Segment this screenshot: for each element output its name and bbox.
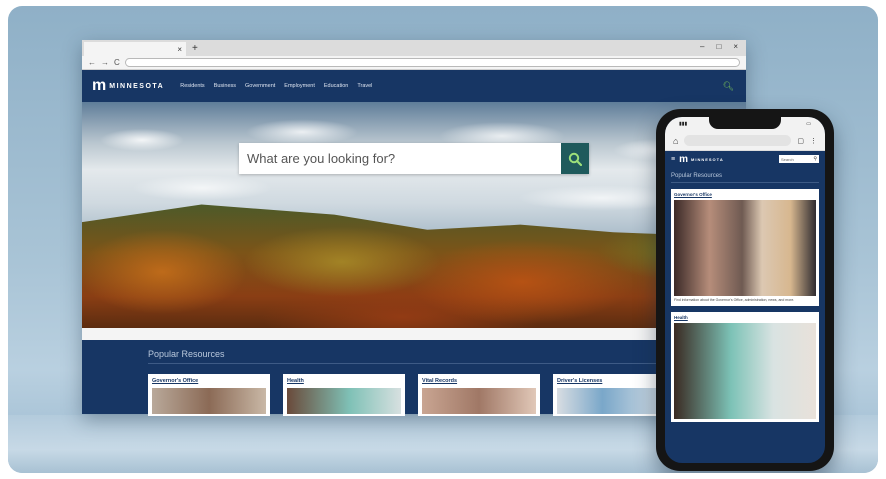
site-header: m MINNESOTA Residents Business Governmen… bbox=[82, 70, 746, 102]
card-image bbox=[674, 200, 816, 296]
popular-resources-section: Popular Resources Governor's Office Heal… bbox=[82, 340, 746, 416]
battery-icon: ▭ bbox=[806, 121, 811, 127]
background-frame: × + – □ × ← → C m MINNESOTA Residents Bu… bbox=[8, 6, 878, 473]
desktop-browser-window: × + – □ × ← → C m MINNESOTA Residents Bu… bbox=[82, 40, 746, 416]
maximize-button[interactable]: □ bbox=[716, 42, 721, 51]
more-menu-icon[interactable]: ⋮ bbox=[810, 137, 817, 145]
divider bbox=[671, 182, 819, 183]
card-title[interactable]: Governor's Office bbox=[152, 378, 266, 384]
nav-item-business[interactable]: Business bbox=[214, 83, 236, 89]
nav-item-employment[interactable]: Employment bbox=[284, 83, 315, 89]
card-title[interactable]: Driver's Licenses bbox=[557, 378, 671, 384]
tabs-icon[interactable]: ▢ bbox=[797, 137, 804, 145]
close-window-button[interactable]: × bbox=[733, 42, 738, 51]
forward-icon[interactable]: → bbox=[101, 58, 109, 67]
card-image bbox=[422, 388, 536, 414]
browser-tab[interactable]: × bbox=[84, 42, 186, 56]
card-title[interactable]: Vital Records bbox=[422, 378, 536, 384]
browser-address-row: ← → C bbox=[82, 56, 746, 70]
card-description: Find information about the Governor's Of… bbox=[674, 298, 795, 302]
phone-popular-heading: Popular Resources bbox=[671, 173, 723, 179]
hero-search-input[interactable] bbox=[239, 143, 561, 174]
reload-icon[interactable]: C bbox=[114, 58, 120, 67]
nav-item-government[interactable]: Government bbox=[245, 83, 275, 89]
card-title[interactable]: Health bbox=[674, 315, 816, 320]
minnesota-logo-mark[interactable]: m bbox=[92, 77, 106, 95]
popular-resources-heading: Popular Resources bbox=[148, 349, 225, 359]
phone-notch bbox=[709, 117, 781, 129]
card-image bbox=[287, 388, 401, 414]
search-icon[interactable]: 🔍︎ bbox=[723, 81, 734, 92]
card-title[interactable]: Governor's Office bbox=[674, 192, 816, 197]
new-tab-button[interactable]: + bbox=[192, 43, 198, 54]
phone-search-input[interactable]: Search ⚲ bbox=[779, 155, 819, 163]
hero-banner bbox=[82, 102, 746, 328]
card-vital-records[interactable]: Vital Records bbox=[418, 374, 540, 416]
nav-item-education[interactable]: Education bbox=[324, 83, 348, 89]
tab-close-icon[interactable]: × bbox=[177, 45, 182, 54]
search-icon bbox=[568, 152, 582, 166]
minnesota-logo-mark[interactable]: m bbox=[679, 154, 688, 165]
divider bbox=[148, 363, 708, 364]
browser-tab-strip: × + – □ × bbox=[82, 40, 746, 56]
hero-search-button[interactable] bbox=[561, 143, 589, 174]
nav-item-residents[interactable]: Residents bbox=[180, 83, 204, 89]
search-icon[interactable]: ⚲ bbox=[813, 156, 819, 162]
phone-browser-bar: ⌂ ▢ ⋮ bbox=[665, 131, 825, 151]
hero-search-box bbox=[239, 143, 589, 174]
back-icon[interactable]: ← bbox=[88, 58, 96, 67]
mobile-phone: ▮▮▮ ▭ ⌂ ▢ ⋮ ≡ m MINNESOTA Search ⚲ Popul… bbox=[656, 109, 834, 471]
signal-icon: ▮▮▮ bbox=[679, 121, 688, 127]
card-image bbox=[557, 388, 671, 414]
menu-icon[interactable]: ≡ bbox=[671, 156, 675, 163]
card-governors-office[interactable]: Governor's Office bbox=[148, 374, 270, 416]
minimize-button[interactable]: – bbox=[700, 42, 704, 51]
minnesota-logo-text[interactable]: MINNESOTA bbox=[109, 83, 164, 90]
phone-site-header: ≡ m MINNESOTA Search ⚲ bbox=[665, 151, 825, 167]
phone-search-placeholder: Search bbox=[781, 156, 794, 162]
nav-item-travel[interactable]: Travel bbox=[357, 83, 372, 89]
address-bar[interactable] bbox=[124, 58, 740, 67]
card-title[interactable]: Health bbox=[287, 378, 401, 384]
card-image bbox=[152, 388, 266, 414]
window-controls: – □ × bbox=[700, 42, 738, 51]
phone-card-health[interactable]: Health bbox=[671, 311, 819, 422]
card-health[interactable]: Health bbox=[283, 374, 405, 416]
hero-forest bbox=[82, 204, 746, 328]
minnesota-logo-text[interactable]: MINNESOTA bbox=[691, 157, 724, 162]
phone-screen: ▮▮▮ ▭ ⌂ ▢ ⋮ ≡ m MINNESOTA Search ⚲ Popul… bbox=[665, 117, 825, 463]
card-image bbox=[674, 322, 816, 419]
phone-address-bar[interactable] bbox=[684, 135, 792, 146]
phone-card-governors-office[interactable]: Governor's Office Find information about… bbox=[671, 189, 819, 306]
home-icon[interactable]: ⌂ bbox=[673, 136, 678, 146]
